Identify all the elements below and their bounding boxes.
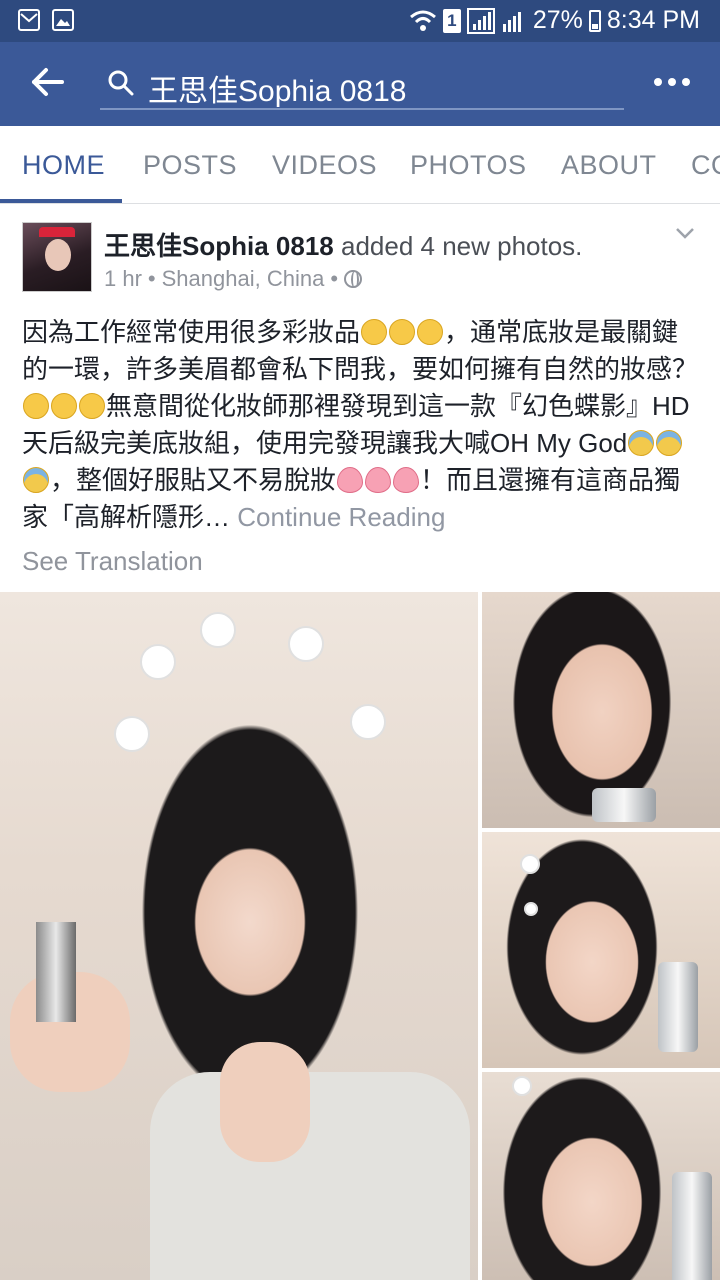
- post-author[interactable]: 王思佳Sophia 0818: [104, 231, 334, 261]
- wink-emoji-icon: [23, 393, 49, 419]
- scream-emoji-icon: [628, 430, 655, 456]
- signal-r-icon: [502, 11, 521, 32]
- tab-home[interactable]: HOME: [22, 150, 105, 181]
- tab-photos[interactable]: PHOTOS: [410, 150, 527, 181]
- continue-reading-link[interactable]: Continue Reading: [237, 502, 445, 532]
- status-bar: 1 27% 8:34 PM: [0, 0, 720, 42]
- image-icon: [52, 9, 74, 31]
- chevron-down-icon[interactable]: [674, 222, 696, 244]
- smirk-emoji-icon: [361, 319, 388, 345]
- post-photo-2[interactable]: [482, 592, 720, 828]
- post-location[interactable]: Shanghai, China: [162, 266, 325, 292]
- mail-icon: [18, 9, 40, 31]
- post-photo-1[interactable]: [0, 592, 478, 1280]
- see-translation-link[interactable]: See Translation: [22, 546, 203, 577]
- battery-percent: 27%: [532, 6, 583, 34]
- sparkling-heart-icon: [337, 467, 364, 493]
- back-arrow-icon[interactable]: [28, 62, 68, 102]
- search-icon: [108, 70, 134, 96]
- tab-community[interactable]: CO: [691, 150, 720, 181]
- post-meta: 1 hr • Shanghai, China •: [104, 266, 363, 292]
- page-tabs: HOME POSTS VIDEOS PHOTOS ABOUT CO: [0, 126, 720, 204]
- scream-emoji-icon: [656, 430, 683, 456]
- post-text: 因為工作經常使用很多彩妝品 ，通常底妝是最關鍵的一環，許多美眉都會私下問我，要如何…: [22, 317, 699, 532]
- wink-emoji-icon: [51, 393, 77, 419]
- sparkling-heart-icon: [365, 467, 392, 493]
- sparkling-heart-icon: [393, 467, 420, 493]
- scream-emoji-icon: [23, 467, 49, 493]
- tab-about[interactable]: ABOUT: [561, 150, 657, 181]
- search-field[interactable]: 王思佳Sophia 0818: [100, 60, 624, 110]
- active-tab-indicator: [0, 199, 122, 203]
- post-photo-3[interactable]: [482, 832, 720, 1068]
- search-query[interactable]: 王思佳Sophia 0818: [148, 66, 407, 110]
- tab-posts[interactable]: POSTS: [143, 150, 237, 181]
- wifi-icon: [409, 10, 436, 31]
- post-time[interactable]: 1 hr: [104, 266, 142, 292]
- avatar[interactable]: [22, 222, 92, 292]
- post-photo-4[interactable]: [482, 1072, 720, 1280]
- battery-charging-icon: [588, 9, 601, 32]
- app-bar: 王思佳Sophia 0818: [0, 42, 720, 126]
- sim-indicator: 1: [442, 8, 461, 33]
- wink-emoji-icon: [79, 393, 105, 419]
- globe-icon: [344, 270, 363, 288]
- smirk-emoji-icon: [417, 319, 444, 345]
- more-icon[interactable]: [654, 78, 690, 86]
- post-action: added 4 new photos.: [340, 231, 583, 261]
- signal-icon: [466, 7, 495, 34]
- post-title: 王思佳Sophia 0818 added 4 new photos.: [104, 226, 582, 263]
- tab-videos[interactable]: VIDEOS: [272, 150, 377, 181]
- smirk-emoji-icon: [389, 319, 416, 345]
- clock: 8:34 PM: [606, 6, 700, 34]
